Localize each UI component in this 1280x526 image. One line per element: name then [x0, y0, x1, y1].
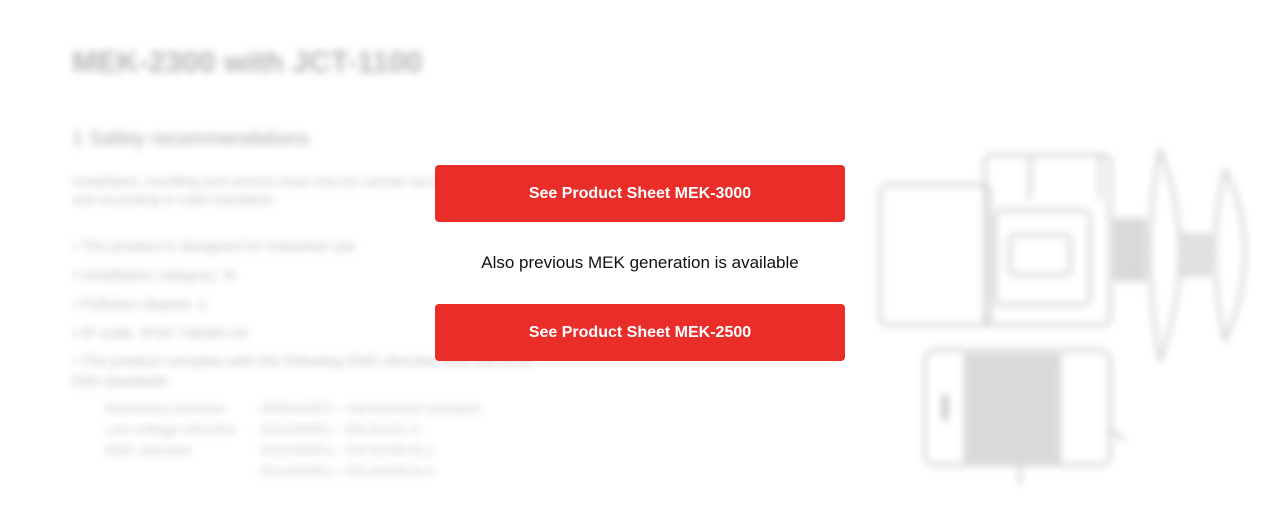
table-row: Machinery directive 2006/42/EC - Harmoni…	[105, 398, 504, 419]
product-line-drawing	[879, 146, 1246, 485]
background-table: Machinery directive 2006/42/EC - Harmoni…	[105, 398, 504, 482]
see-product-sheet-mek-3000-button[interactable]: See Product Sheet MEK-3000	[435, 165, 845, 222]
table-cell	[105, 461, 260, 482]
table-cell: 2006/42/EC - Harmonised standard	[259, 400, 480, 416]
product-sheet-dialog: See Product Sheet MEK-3000 Also previous…	[435, 165, 845, 361]
table-cell: 2014/30/EU - EN 61000-6-4	[259, 463, 434, 479]
table-cell: 2014/35/EU - EN 61131-2	[259, 421, 420, 437]
table-cell: 2014/30/EU - EN 61000-6-2	[259, 442, 434, 458]
see-product-sheet-mek-2500-button[interactable]: See Product Sheet MEK-2500	[435, 304, 845, 361]
table-cell: EMC directive	[105, 442, 193, 458]
table-cell: Machinery directive	[105, 400, 226, 416]
table-row: EMC directive 2014/30/EU - EN 61000-6-2	[105, 440, 504, 461]
table-cell: Low voltage directive	[105, 421, 236, 437]
page: MEK-2300 with JCT-1100 1 Safety recommen…	[0, 0, 1280, 526]
table-row: Low voltage directive 2014/35/EU - EN 61…	[105, 419, 504, 440]
background-section-heading: 1 Safety recommendations	[72, 128, 310, 150]
background-title: MEK-2300 with JCT-1100	[72, 46, 423, 79]
table-row: 2014/30/EU - EN 61000-6-4	[105, 461, 504, 482]
previous-generation-info-text: Also previous MEK generation is availabl…	[481, 253, 799, 272]
